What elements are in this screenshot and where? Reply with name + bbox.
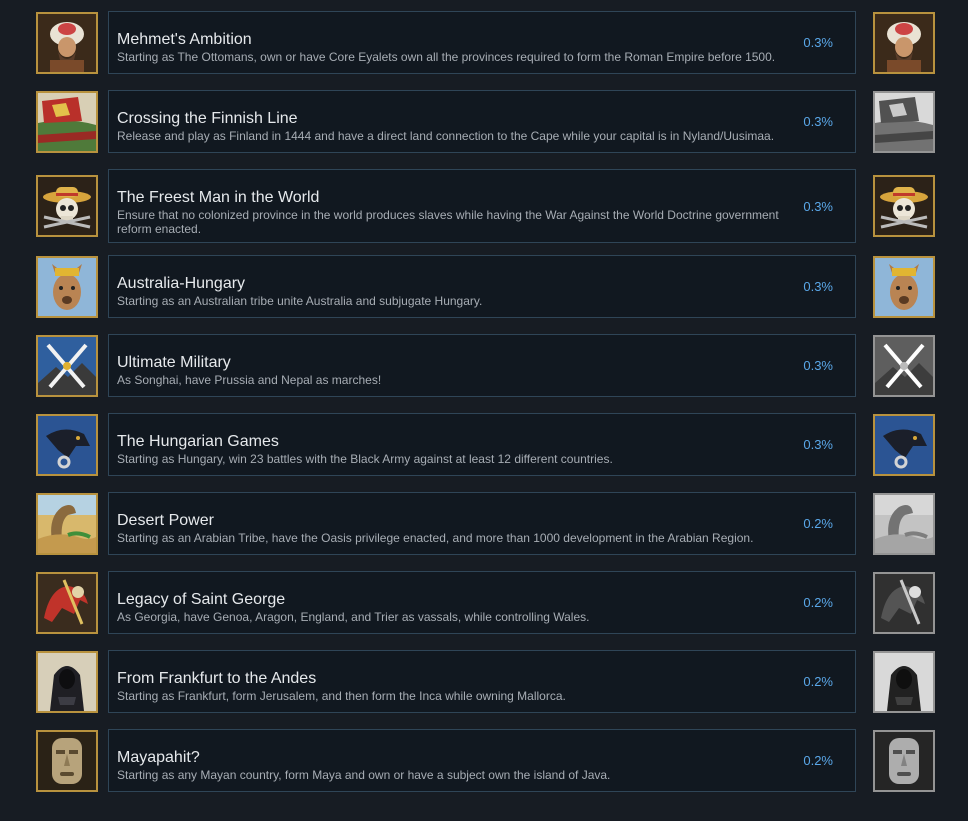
achievement-description: Starting as Hungary, win 23 battles with…	[117, 452, 613, 466]
achievement-title: Australia-Hungary	[117, 275, 246, 292]
achievement-row[interactable]: From Frankfurt to the Andes Starting as F…	[0, 650, 968, 713]
achievement-row[interactable]: Mayapahit? Starting as any Mayan country,…	[0, 729, 968, 792]
achievement-description: Starting as The Ottomans, own or have Co…	[117, 50, 776, 64]
achievement-description: Starting as any Mayan country, form Maya…	[117, 768, 611, 782]
stone-mask-icon	[36, 730, 98, 792]
achievement-row[interactable]: The Freest Man in the World Ensure that n…	[0, 169, 968, 243]
crossed-swords-icon	[36, 335, 98, 397]
unlock-percentage: 0.2%	[803, 595, 833, 610]
raven-ring-icon	[873, 414, 935, 476]
achievement-title: Legacy of Saint George	[117, 591, 286, 608]
achievement-description: Starting as Frankfurt, form Jerusalem, a…	[117, 689, 566, 703]
finnish-lion-flag-icon	[873, 91, 935, 153]
unlock-percentage: 0.3%	[803, 198, 833, 214]
achievement-card[interactable]: Mayapahit? Starting as any Mayan country,…	[108, 729, 856, 792]
achievement-description: Starting as an Australian tribe unite Au…	[117, 294, 483, 308]
hooded-figure-icon	[873, 651, 935, 713]
sultan-portrait-icon	[36, 12, 98, 74]
unlock-percentage: 0.3%	[803, 437, 833, 452]
unlock-percentage: 0.2%	[803, 753, 833, 768]
dragon-knight-icon	[36, 572, 98, 634]
achievement-title: The Freest Man in the World	[117, 189, 320, 206]
achievement-title: The Hungarian Games	[117, 433, 279, 450]
achievement-title: From Frankfurt to the Andes	[117, 670, 317, 687]
achievement-row[interactable]: Crossing the Finnish Line Release and pla…	[0, 90, 968, 153]
achievement-title: Ultimate Military	[117, 354, 231, 371]
achievement-row[interactable]: The Hungarian Games Starting as Hungary, …	[0, 413, 968, 476]
achievement-card[interactable]: Crossing the Finnish Line Release and pla…	[108, 90, 856, 153]
achievement-title: Mayapahit?	[117, 749, 200, 766]
achievement-title: Desert Power	[117, 512, 214, 529]
achievement-description: Starting as an Arabian Tribe, have the O…	[117, 531, 754, 545]
crowned-kangaroo-icon	[36, 256, 98, 318]
hooded-figure-icon	[36, 651, 98, 713]
achievement-description: As Songhai, have Prussia and Nepal as ma…	[117, 373, 382, 387]
achievement-card[interactable]: Ultimate Military As Songhai, have Prussi…	[108, 334, 856, 397]
achievements-page: Mehmet's Ambition Starting as The Ottoman…	[0, 0, 968, 821]
achievement-title: Mehmet's Ambition	[117, 31, 252, 48]
sandworm-desert-icon	[36, 493, 98, 555]
unlock-percentage: 0.3%	[803, 358, 833, 373]
achievement-row[interactable]: Mehmet's Ambition Starting as The Ottoman…	[0, 11, 968, 74]
achievement-card[interactable]: Legacy of Saint George As Georgia, have G…	[108, 571, 856, 634]
achievement-row[interactable]: Ultimate Military As Songhai, have Prussi…	[0, 334, 968, 397]
sultan-portrait-icon	[873, 12, 935, 74]
finnish-lion-flag-icon	[36, 91, 98, 153]
unlock-percentage: 0.3%	[803, 279, 833, 294]
sandworm-desert-icon	[873, 493, 935, 555]
raven-ring-icon	[36, 414, 98, 476]
unlock-percentage: 0.2%	[803, 516, 833, 531]
achievement-card[interactable]: Mehmet's Ambition Starting as The Ottoman…	[108, 11, 856, 74]
achievement-row[interactable]: Legacy of Saint George As Georgia, have G…	[0, 571, 968, 634]
unlock-percentage: 0.3%	[803, 35, 833, 50]
achievement-card[interactable]: Australia-Hungary Starting as an Australi…	[108, 255, 856, 318]
dragon-knight-icon	[873, 572, 935, 634]
achievement-row[interactable]: Desert Power Starting as an Arabian Tribe…	[0, 492, 968, 555]
achievement-description: Release and play as Finland in 1444 and …	[117, 129, 775, 143]
achievement-row[interactable]: Australia-Hungary Starting as an Australi…	[0, 255, 968, 318]
achievement-card[interactable]: Desert Power Starting as an Arabian Tribe…	[108, 492, 856, 555]
unlock-percentage: 0.3%	[803, 114, 833, 129]
straw-hat-skull-icon	[36, 175, 98, 237]
achievement-title: Crossing the Finnish Line	[117, 110, 298, 127]
achievement-card[interactable]: The Hungarian Games Starting as Hungary, …	[108, 413, 856, 476]
achievement-description: Ensure that no colonized province in the…	[117, 208, 779, 236]
crossed-swords-icon	[873, 335, 935, 397]
unlock-percentage: 0.2%	[803, 674, 833, 689]
achievement-card[interactable]: The Freest Man in the World Ensure that n…	[108, 169, 856, 243]
straw-hat-skull-icon	[873, 175, 935, 237]
achievement-card[interactable]: From Frankfurt to the Andes Starting as F…	[108, 650, 856, 713]
stone-mask-icon	[873, 730, 935, 792]
achievement-description: As Georgia, have Genoa, Aragon, England,…	[117, 610, 590, 624]
crowned-kangaroo-icon	[873, 256, 935, 318]
